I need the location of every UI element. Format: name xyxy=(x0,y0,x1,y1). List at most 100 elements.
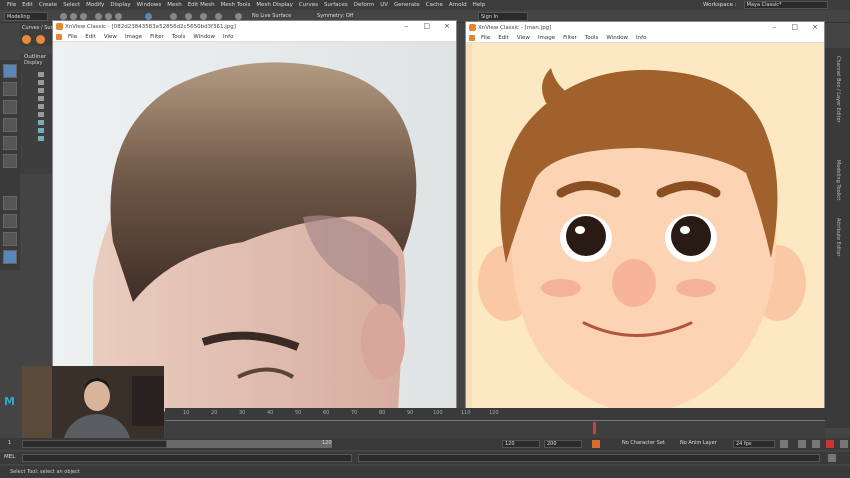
menu-windows[interactable]: Windows xyxy=(134,2,165,8)
xv-menu-edit[interactable]: Edit xyxy=(494,35,513,41)
workspace-select[interactable]: Maya Classic* xyxy=(743,1,828,9)
xv-menu-file[interactable]: File xyxy=(64,34,81,40)
menu-create[interactable]: Create xyxy=(36,2,60,8)
modeling-toolkit-tab[interactable]: Modeling Toolkit xyxy=(835,160,841,200)
snap-grid-icon[interactable] xyxy=(145,13,152,20)
mel-input[interactable] xyxy=(22,454,352,462)
menu-edit[interactable]: Edit xyxy=(19,2,36,8)
menu-cache[interactable]: Cache xyxy=(423,2,446,8)
minimize-icon[interactable]: – xyxy=(405,22,409,30)
menu-curves[interactable]: Curves xyxy=(296,2,321,8)
range-end-field[interactable]: 120 xyxy=(502,440,540,448)
snap-point-icon[interactable] xyxy=(185,13,192,20)
snap-surface-icon[interactable] xyxy=(215,13,222,20)
xnview-menu-logo-icon xyxy=(56,33,62,40)
menu-modify[interactable]: Modify xyxy=(83,2,107,8)
history-icon[interactable] xyxy=(235,13,242,20)
audio-icon[interactable] xyxy=(812,440,820,448)
xv-menu-view[interactable]: View xyxy=(100,34,121,40)
nurbs-sphere-icon[interactable] xyxy=(36,35,45,44)
select-object-icon[interactable] xyxy=(105,13,112,20)
xv-menu-window[interactable]: Window xyxy=(602,35,632,41)
mode-select[interactable]: Modeling xyxy=(4,12,48,21)
undo-icon[interactable] xyxy=(80,13,87,20)
menu-display[interactable]: Display xyxy=(107,2,133,8)
maximize-icon[interactable]: □ xyxy=(423,22,430,30)
xv-menu-filter[interactable]: Filter xyxy=(146,34,168,40)
paint-tool-icon[interactable] xyxy=(3,100,17,114)
timeline-tick: 30 xyxy=(239,410,246,416)
character-set-icon[interactable] xyxy=(592,440,600,448)
single-pane-layout-icon[interactable] xyxy=(3,196,17,210)
timeline-tick: 70 xyxy=(351,410,358,416)
menu-generate[interactable]: Generate xyxy=(391,2,423,8)
cartoon-left-eye xyxy=(566,216,606,256)
menu-deform[interactable]: Deform xyxy=(351,2,377,8)
menu-help[interactable]: Help xyxy=(470,2,489,8)
xv-menu-filter[interactable]: Filter xyxy=(559,35,581,41)
select-hierarchy-icon[interactable] xyxy=(95,13,102,20)
xv-menu-tools[interactable]: Tools xyxy=(168,34,190,40)
attribute-editor-tab[interactable]: Attribute Editor xyxy=(835,218,841,256)
timeline-tick: 50 xyxy=(295,410,302,416)
cartoon-right-eye xyxy=(671,216,711,256)
snap-view-icon[interactable] xyxy=(200,13,207,20)
xv-menu-edit[interactable]: Edit xyxy=(81,34,100,40)
rotate-tool-icon[interactable] xyxy=(3,136,17,150)
menu-file[interactable]: File xyxy=(4,2,19,8)
four-pane-layout-icon[interactable] xyxy=(3,214,17,228)
xv-menu-image[interactable]: Image xyxy=(121,34,146,40)
character-set-select[interactable]: No Character Set xyxy=(620,440,672,448)
move-tool-icon[interactable] xyxy=(3,118,17,132)
range-start-field[interactable] xyxy=(22,440,167,448)
close-icon[interactable]: × xyxy=(444,22,450,30)
sphere-icon[interactable] xyxy=(22,35,31,44)
time-slider[interactable]: 10 20 30 40 50 60 70 80 90 100 110 120 xyxy=(165,408,825,438)
two-pane-layout-icon[interactable] xyxy=(3,232,17,246)
auto-key-icon[interactable] xyxy=(826,440,834,448)
sign-in-select[interactable]: Sign In xyxy=(478,12,528,21)
snap-curve-icon[interactable] xyxy=(170,13,177,20)
outliner-layout-icon[interactable] xyxy=(3,250,17,264)
cartoon-face-image xyxy=(466,43,824,415)
playhead[interactable] xyxy=(593,422,596,434)
menu-edit-mesh[interactable]: Edit Mesh xyxy=(185,2,218,8)
anim-layer-select[interactable]: No Anim Layer xyxy=(678,440,728,448)
menu-surfaces[interactable]: Surfaces xyxy=(321,2,351,8)
loop-icon[interactable] xyxy=(780,440,788,448)
range-slider-handle[interactable] xyxy=(167,440,332,448)
timeline-tick: 90 xyxy=(407,410,414,416)
menu-mesh[interactable]: Mesh xyxy=(164,2,184,8)
maximize-icon[interactable]: □ xyxy=(791,23,798,31)
close-icon[interactable]: × xyxy=(812,23,818,31)
xv-menu-window[interactable]: Window xyxy=(189,34,219,40)
minimize-icon[interactable]: – xyxy=(773,23,777,31)
menu-select[interactable]: Select xyxy=(60,2,83,8)
fps-select[interactable]: 24 fps xyxy=(733,440,775,448)
timeline-tick: 20 xyxy=(211,410,218,416)
xv-menu-image[interactable]: Image xyxy=(534,35,559,41)
range-slider-bar: 1 120 120 200 No Character Set No Anim L… xyxy=(0,438,850,450)
xv-menu-tools[interactable]: Tools xyxy=(581,35,603,41)
save-icon[interactable] xyxy=(70,13,77,20)
xv-menu-file[interactable]: File xyxy=(477,35,494,41)
channel-box-tab[interactable]: Channel Box / Layer Editor xyxy=(835,56,841,123)
xv-menu-view[interactable]: View xyxy=(513,35,534,41)
menu-mesh-tools[interactable]: Mesh Tools xyxy=(218,2,254,8)
keys-icon[interactable] xyxy=(798,440,806,448)
xv-menu-info[interactable]: Info xyxy=(632,35,650,41)
xv-menu-info[interactable]: Info xyxy=(219,34,237,40)
lasso-tool-icon[interactable] xyxy=(3,82,17,96)
script-editor-icon[interactable] xyxy=(828,454,836,462)
menu-mesh-display[interactable]: Mesh Display xyxy=(253,2,296,8)
anim-end-field[interactable]: 200 xyxy=(544,440,582,448)
preferences-icon[interactable] xyxy=(840,440,848,448)
folder-icon[interactable] xyxy=(60,13,67,20)
menu-uv[interactable]: UV xyxy=(377,2,391,8)
select-tool-icon[interactable] xyxy=(3,64,17,78)
menu-arnold[interactable]: Arnold xyxy=(446,2,470,8)
scale-tool-icon[interactable] xyxy=(3,154,17,168)
start-frame[interactable]: 1 xyxy=(6,440,16,448)
select-component-icon[interactable] xyxy=(115,13,122,20)
mel-label[interactable]: MEL xyxy=(4,454,15,460)
